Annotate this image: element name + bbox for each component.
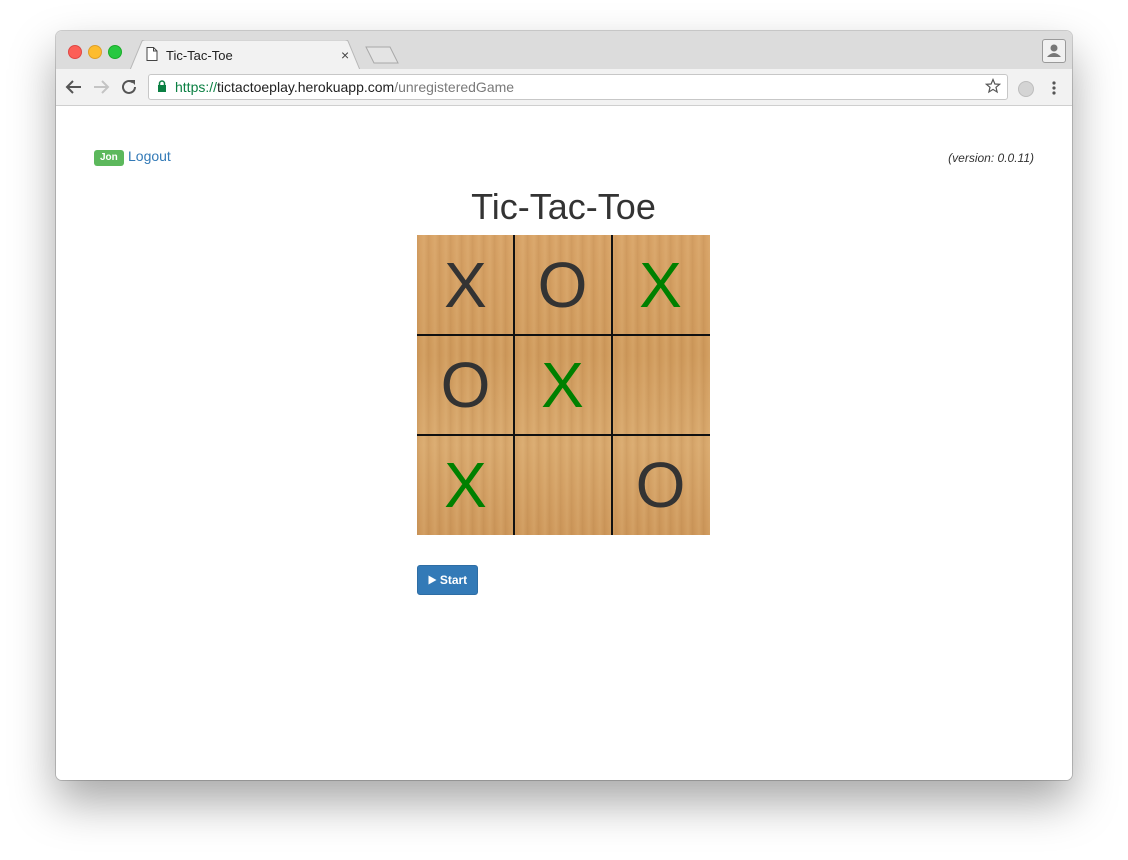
board-cell[interactable]: X bbox=[417, 235, 514, 335]
page-title: Tic-Tac-Toe bbox=[471, 186, 656, 227]
tab-bar: Tic-Tac-Toe × bbox=[56, 31, 1072, 70]
tab-shape bbox=[130, 40, 360, 70]
new-tab-button[interactable] bbox=[365, 46, 399, 64]
menu-icon[interactable] bbox=[1051, 80, 1057, 96]
close-window-button[interactable] bbox=[68, 45, 82, 59]
bookmark-star-icon[interactable] bbox=[985, 78, 1001, 94]
logout-link[interactable]: Logout bbox=[128, 148, 171, 164]
reload-icon[interactable] bbox=[120, 78, 138, 96]
url-path: /unregisteredGame bbox=[394, 79, 515, 95]
browser-tab[interactable]: Tic-Tac-Toe × bbox=[130, 40, 360, 70]
profile-icon[interactable] bbox=[1042, 39, 1066, 63]
start-button[interactable]: Start bbox=[417, 565, 478, 595]
board-cell[interactable]: O bbox=[514, 235, 611, 335]
board-cell[interactable] bbox=[612, 335, 709, 435]
lock-icon bbox=[158, 80, 166, 92]
user-badge: Jon bbox=[94, 150, 124, 166]
tab-close-icon[interactable]: × bbox=[341, 48, 349, 62]
version-text: (version: 0.0.11) bbox=[948, 151, 1034, 165]
minimize-window-button[interactable] bbox=[88, 45, 102, 59]
url-text: https://tictactoeplay.herokuapp.com/unre… bbox=[175, 79, 514, 95]
board-cell[interactable]: X bbox=[612, 235, 709, 335]
browser-window: Tic-Tac-Toe × https://tictactoeplay.hero… bbox=[56, 31, 1072, 780]
play-icon bbox=[428, 575, 437, 585]
browser-toolbar: https://tictactoeplay.herokuapp.com/unre… bbox=[56, 69, 1072, 106]
forward-icon[interactable] bbox=[92, 78, 110, 96]
board-cell[interactable] bbox=[514, 435, 611, 535]
back-icon[interactable] bbox=[65, 78, 83, 96]
zoom-window-button[interactable] bbox=[108, 45, 122, 59]
url-host: tictactoeplay.herokuapp.com bbox=[217, 79, 395, 95]
board-cell[interactable]: X bbox=[514, 335, 611, 435]
page-icon bbox=[146, 47, 158, 61]
url-scheme: https:// bbox=[175, 79, 218, 95]
board-cell[interactable]: O bbox=[417, 335, 514, 435]
tab-title: Tic-Tac-Toe bbox=[166, 48, 233, 63]
page-content: Jon Logout (version: 0.0.11) Tic-Tac-Toe… bbox=[56, 106, 1072, 780]
board-cell[interactable]: O bbox=[612, 435, 709, 535]
game-board: XOXOXXO bbox=[417, 235, 710, 535]
extension-icon[interactable] bbox=[1018, 81, 1034, 97]
start-button-label: Start bbox=[439, 573, 468, 587]
address-bar[interactable]: https://tictactoeplay.herokuapp.com/unre… bbox=[148, 74, 1008, 100]
board-cell[interactable]: X bbox=[417, 435, 514, 535]
